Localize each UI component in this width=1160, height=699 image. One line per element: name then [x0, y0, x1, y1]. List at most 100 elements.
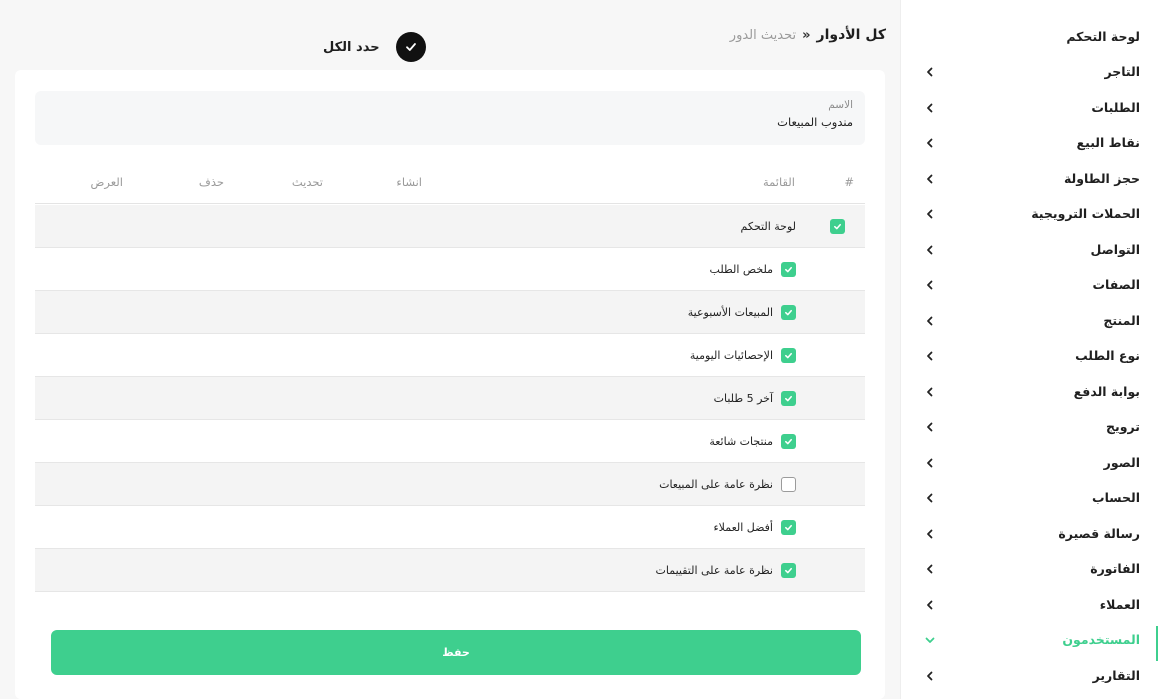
sidebar-item-label: المنتج [1103, 313, 1140, 328]
table-row: منتجات شائعة [35, 420, 865, 463]
permission-label: نظرة عامة على التقييمات [655, 563, 773, 577]
table-row: أفضل العملاء [35, 506, 865, 549]
chevron-down-icon[interactable] [924, 634, 936, 646]
name-label: الاسم [828, 99, 853, 111]
breadcrumb-separator: » [802, 27, 811, 43]
sidebar-item-label: الصور [1103, 455, 1140, 470]
menu-cell: لوحة التحكم [741, 205, 845, 247]
sidebar-item[interactable]: رسالة قصيرة [900, 516, 1160, 551]
permission-checkbox[interactable] [781, 476, 796, 492]
breadcrumb-update-role: تحديث الدور [729, 27, 797, 43]
table-row: لوحة التحكم [35, 205, 865, 248]
sidebar-item-label: الحساب [1092, 490, 1140, 505]
chevron-left-icon[interactable] [924, 350, 936, 362]
permission-checkbox[interactable] [781, 347, 796, 363]
sidebar-item[interactable]: الصور [900, 445, 1160, 480]
chevron-left-icon[interactable] [924, 244, 936, 256]
chevron-left-icon[interactable] [924, 386, 936, 398]
permission-label: ملخص الطلب [709, 262, 773, 276]
sidebar-item[interactable]: نوع الطلب [900, 338, 1160, 373]
chevron-left-icon[interactable] [924, 528, 936, 540]
permission-checkbox[interactable] [781, 261, 796, 277]
breadcrumb-all-roles[interactable]: كل الأدوار [817, 27, 886, 43]
save-button[interactable]: حفظ [51, 630, 861, 675]
sidebar-item[interactable]: التقارير [900, 658, 1160, 693]
column-header-delete: حذف [198, 175, 224, 189]
table-row: نظرة عامة على التقييمات [35, 549, 865, 592]
sidebar-item[interactable]: الحملات الترويجية [900, 196, 1160, 231]
select-all: حدد الكل [323, 32, 426, 62]
sidebar-item[interactable]: حجز الطاولة [900, 161, 1160, 196]
permission-checkbox[interactable] [781, 304, 796, 320]
menu-cell: نظرة عامة على المبيعات [659, 463, 796, 505]
table-header: # القائمة انشاء تحديث حذف العرض [35, 163, 865, 204]
permission-label: الإحصائيات اليومية [689, 348, 773, 362]
chevron-left-icon[interactable] [924, 279, 936, 291]
chevron-left-icon[interactable] [924, 208, 936, 220]
sidebar-item-label: نوع الطلب [1075, 348, 1140, 363]
permission-label: منتجات شائعة [709, 434, 773, 448]
table-row: آخر 5 طلبات [35, 377, 865, 420]
sidebar-item[interactable]: العملاء [900, 587, 1160, 622]
permission-label: لوحة التحكم [740, 219, 796, 233]
menu-cell: منتجات شائعة [709, 420, 796, 462]
sidebar-item-label: التواصل [1090, 242, 1140, 257]
sidebar-item-label: التاجر [1104, 64, 1140, 79]
chevron-left-icon[interactable] [924, 137, 936, 149]
chevron-left-icon[interactable] [924, 492, 936, 504]
chevron-left-icon[interactable] [924, 563, 936, 575]
chevron-left-icon[interactable] [924, 457, 936, 469]
chevron-left-icon[interactable] [924, 421, 936, 433]
permission-label: نظرة عامة على المبيعات [659, 477, 773, 491]
sidebar-item[interactable]: الفاتورة [900, 551, 1160, 586]
name-field-box: الاسم [35, 91, 865, 145]
sidebar-item[interactable]: الصفات [900, 267, 1160, 302]
sidebar-item[interactable]: بوابة الدفع [900, 374, 1160, 409]
chevron-left-icon[interactable] [924, 173, 936, 185]
sidebar-item[interactable]: المنتج [900, 303, 1160, 338]
sidebar-item-label: المستخدمون [1062, 632, 1140, 647]
sidebar-item-label: لوحة التحكم [1066, 29, 1140, 44]
column-header-update: تحديث [291, 175, 323, 189]
permission-checkbox[interactable] [781, 390, 796, 406]
sidebar-item-label: بوابة الدفع [1073, 384, 1140, 399]
select-all-button[interactable] [395, 32, 426, 62]
breadcrumb: كل الأدوار » تحديث الدور [730, 27, 886, 43]
sidebar-item[interactable]: الحساب [900, 480, 1160, 515]
sidebar-item-label: الحملات الترويجية [1031, 206, 1140, 221]
app-root: لوحة التحكم التاجر الطلبات نقاط البيع حجز ال… [0, 0, 1160, 699]
sidebar: لوحة التحكم التاجر الطلبات نقاط البيع حجز ال… [900, 0, 1160, 699]
menu-cell: المبيعات الأسبوعية [688, 291, 796, 333]
name-input[interactable] [47, 115, 853, 129]
permission-checkbox[interactable] [781, 433, 796, 449]
chevron-left-icon[interactable] [924, 66, 936, 78]
chevron-left-icon[interactable] [924, 315, 936, 327]
sidebar-item-label: نقاط البيع [1076, 135, 1140, 150]
sidebar-item-label: ترويج [1106, 419, 1140, 434]
sidebar-item[interactable]: التاجر [900, 54, 1160, 89]
no-chevron[interactable] [924, 31, 936, 43]
select-all-label: حدد الكل [323, 39, 380, 55]
sidebar-item[interactable]: نقاط البيع [900, 125, 1160, 160]
sidebar-item[interactable]: الطلبات [900, 90, 1160, 125]
table-row: ملخص الطلب [35, 248, 865, 291]
chevron-left-icon[interactable] [924, 102, 936, 114]
permission-checkbox[interactable] [781, 519, 796, 535]
check-icon [405, 43, 416, 51]
sidebar-item[interactable]: ترويج [900, 409, 1160, 444]
chevron-left-icon[interactable] [924, 670, 936, 682]
menu-cell: الإحصائيات اليومية [690, 334, 796, 376]
permission-checkbox[interactable] [830, 218, 845, 234]
permission-checkbox[interactable] [781, 562, 796, 578]
sidebar-item[interactable]: لوحة التحكم [900, 19, 1160, 54]
sidebar-item[interactable]: التواصل [900, 232, 1160, 267]
sidebar-item-label: رسالة قصيرة [1058, 526, 1140, 541]
menu-cell: نظرة عامة على التقييمات [656, 549, 796, 591]
column-header-index: # [844, 175, 854, 189]
role-form-card: الاسم # القائمة انشاء تحديث حذف العرض لو… [15, 70, 885, 699]
permission-label: أفضل العملاء [713, 520, 774, 534]
chevron-left-icon[interactable] [924, 599, 936, 611]
sidebar-item-label: التقارير [1092, 668, 1140, 683]
sidebar-item[interactable]: المستخدمون [900, 622, 1160, 661]
permission-label: آخر 5 طلبات [713, 391, 773, 405]
